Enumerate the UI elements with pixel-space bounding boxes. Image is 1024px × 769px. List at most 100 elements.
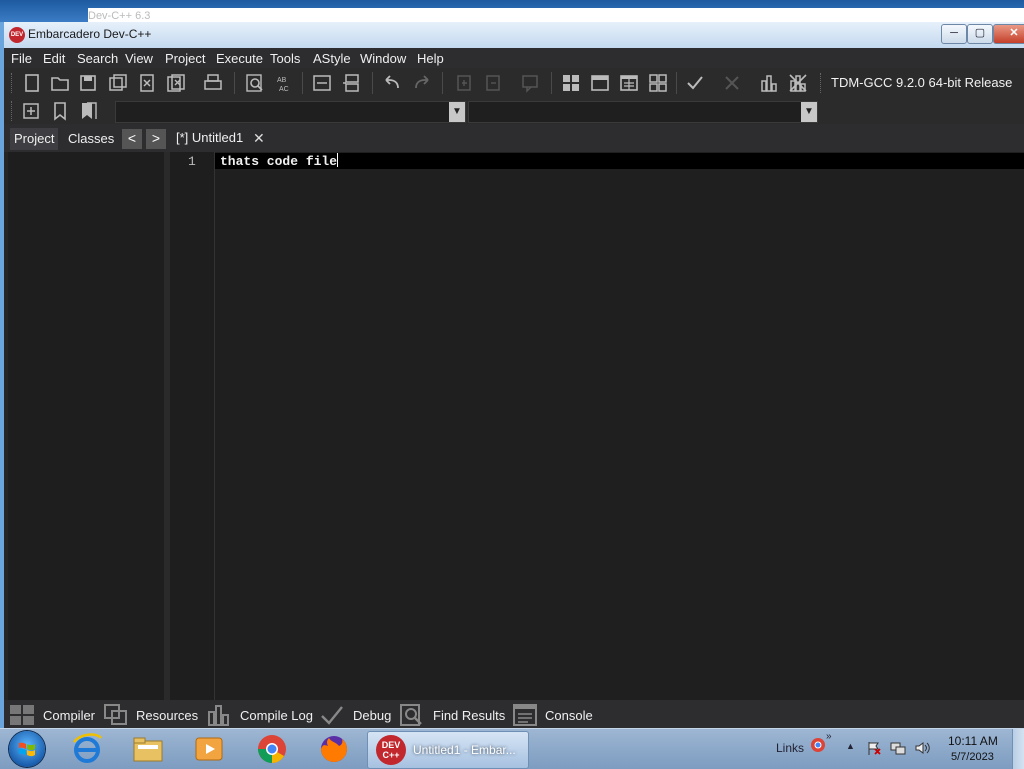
tab-resources-label: Resources xyxy=(136,708,199,723)
clock-date[interactable]: 5/7/2023 xyxy=(951,751,994,763)
compiler-grid-icon xyxy=(10,704,34,726)
bookmark-toggle-icon[interactable] xyxy=(50,101,70,121)
start-button[interactable] xyxy=(9,731,45,767)
class-combo[interactable]: ▼ xyxy=(115,101,466,123)
tab-classes[interactable]: Classes xyxy=(64,128,118,150)
taskbar-devcpp-label: Untitled1 - Embar... xyxy=(413,743,516,757)
toolbar-separator xyxy=(234,72,235,94)
unindent-icon[interactable] xyxy=(342,73,362,93)
menu-astyle[interactable]: AStyle xyxy=(313,51,351,66)
close-all-icon[interactable] xyxy=(166,73,186,93)
firefox-icon[interactable] xyxy=(317,732,351,766)
menu-file[interactable]: File xyxy=(11,51,32,66)
chevron-more-icon[interactable]: » xyxy=(826,731,832,742)
menu-edit[interactable]: Edit xyxy=(43,51,65,66)
bottom-panel-tabs: Compiler Resources Compile Log Debug Fin… xyxy=(4,700,1024,728)
code-editor[interactable] xyxy=(215,152,1024,700)
network-icon[interactable] xyxy=(890,740,906,756)
show-desktop-button[interactable] xyxy=(1012,729,1024,769)
clock-time[interactable]: 10:11 AM xyxy=(948,734,998,748)
tab-prev-button[interactable]: < xyxy=(122,129,142,149)
internet-explorer-icon[interactable] xyxy=(70,732,104,766)
redo-icon[interactable] xyxy=(412,73,432,93)
menu-search[interactable]: Search xyxy=(77,51,118,66)
toolbar-grip[interactable] xyxy=(820,73,823,93)
syntax-check-icon[interactable] xyxy=(685,73,705,93)
text-caret xyxy=(337,153,339,167)
replace-icon[interactable]: AB AC xyxy=(274,73,294,93)
undo-icon[interactable] xyxy=(382,73,402,93)
profile-icon[interactable] xyxy=(759,73,779,93)
media-player-icon[interactable] xyxy=(192,732,226,766)
compile-run-icon[interactable] xyxy=(619,73,639,93)
devcpp-taskbar-logo-icon: DEV C++ xyxy=(376,735,406,765)
compile-log-chart-icon xyxy=(207,704,231,726)
minimize-button[interactable]: ─ xyxy=(941,24,967,44)
print-icon[interactable] xyxy=(203,73,223,93)
toolbar-separator xyxy=(302,72,303,94)
chrome-tray-icon[interactable] xyxy=(810,737,826,753)
member-combo[interactable]: ▼ xyxy=(468,101,818,123)
editor-tab-untitled1[interactable]: [*] Untitled1 ✕ xyxy=(176,125,265,151)
menu-window[interactable]: Window xyxy=(360,51,406,66)
links-toolbar[interactable]: Links xyxy=(776,741,804,755)
find-icon[interactable] xyxy=(245,73,265,93)
toolbar-separator xyxy=(676,72,677,94)
tab-find-results-label: Find Results xyxy=(433,708,506,723)
title-bar[interactable]: DEV Embarcadero Dev-C++ ─ ▢ ✕ xyxy=(4,22,1024,49)
close-button[interactable]: ✕ xyxy=(993,24,1024,44)
volume-icon[interactable] xyxy=(914,740,930,756)
goto-line-icon[interactable] xyxy=(483,73,503,93)
devcpp-logo-icon: DEV xyxy=(9,27,25,43)
tab-project[interactable]: Project xyxy=(10,128,59,150)
windows-logo-icon xyxy=(19,742,35,757)
indent-icon[interactable] xyxy=(312,73,332,93)
window-title: Embarcadero Dev-C++ xyxy=(28,27,152,41)
compile-icon[interactable] xyxy=(561,73,581,93)
new-project-icon[interactable] xyxy=(21,101,41,121)
project-panel[interactable] xyxy=(8,152,165,700)
menu-help[interactable]: Help xyxy=(417,51,444,66)
open-file-icon[interactable] xyxy=(50,73,70,93)
stop-icon[interactable] xyxy=(722,73,742,93)
toolbar-grip[interactable] xyxy=(11,73,14,93)
menu-view[interactable]: View xyxy=(125,51,153,66)
editor-tab-label: [*] Untitled1 xyxy=(176,130,244,145)
windows-taskbar: DEV C++ Untitled1 - Embar... Links » ▲ 1… xyxy=(0,728,1024,769)
toolbar-grip[interactable] xyxy=(11,101,14,121)
rebuild-icon[interactable] xyxy=(648,73,668,93)
action-center-flag-icon[interactable] xyxy=(866,740,882,756)
chevron-down-icon[interactable]: ▼ xyxy=(801,102,817,122)
comment-icon[interactable] xyxy=(520,73,540,93)
console-icon xyxy=(513,704,537,726)
goto-bookmark-icon[interactable] xyxy=(79,101,99,121)
menu-execute[interactable]: Execute xyxy=(216,51,263,66)
save-all-icon[interactable] xyxy=(108,73,128,93)
svg-text:AB: AB xyxy=(277,77,287,84)
new-file-icon[interactable] xyxy=(22,73,42,93)
tab-compiler-label: Compiler xyxy=(43,708,96,723)
menu-project[interactable]: Project xyxy=(165,51,205,66)
maximize-icon: ▢ xyxy=(974,27,986,39)
delete-profile-icon[interactable] xyxy=(788,73,808,93)
bookmark-icon[interactable] xyxy=(454,73,474,93)
debug-check-icon xyxy=(320,704,344,726)
compiler-select[interactable]: TDM-GCC 9.2.0 64-bit Release xyxy=(831,75,1012,90)
tab-close-icon[interactable]: ✕ xyxy=(253,125,265,151)
tab-debug-label: Debug xyxy=(353,708,392,723)
show-hidden-icons-icon[interactable]: ▲ xyxy=(846,741,855,751)
run-icon[interactable] xyxy=(590,73,610,93)
code-line[interactable]: thats code file xyxy=(220,153,339,170)
chevron-down-icon[interactable]: ▼ xyxy=(449,102,465,122)
chrome-icon[interactable] xyxy=(255,732,289,766)
menu-tools[interactable]: Tools xyxy=(270,51,300,66)
save-icon[interactable] xyxy=(78,73,98,93)
taskbar-devcpp-button[interactable]: DEV C++ Untitled1 - Embar... xyxy=(367,731,529,769)
maximize-button[interactable]: ▢ xyxy=(967,24,993,44)
tab-next-button[interactable]: > xyxy=(146,129,166,149)
file-explorer-icon[interactable] xyxy=(131,732,165,766)
tab-console-label: Console xyxy=(545,708,593,723)
close-file-icon[interactable] xyxy=(137,73,157,93)
line-number-gutter xyxy=(170,152,215,700)
tab-compile-log-label: Compile Log xyxy=(240,708,313,723)
